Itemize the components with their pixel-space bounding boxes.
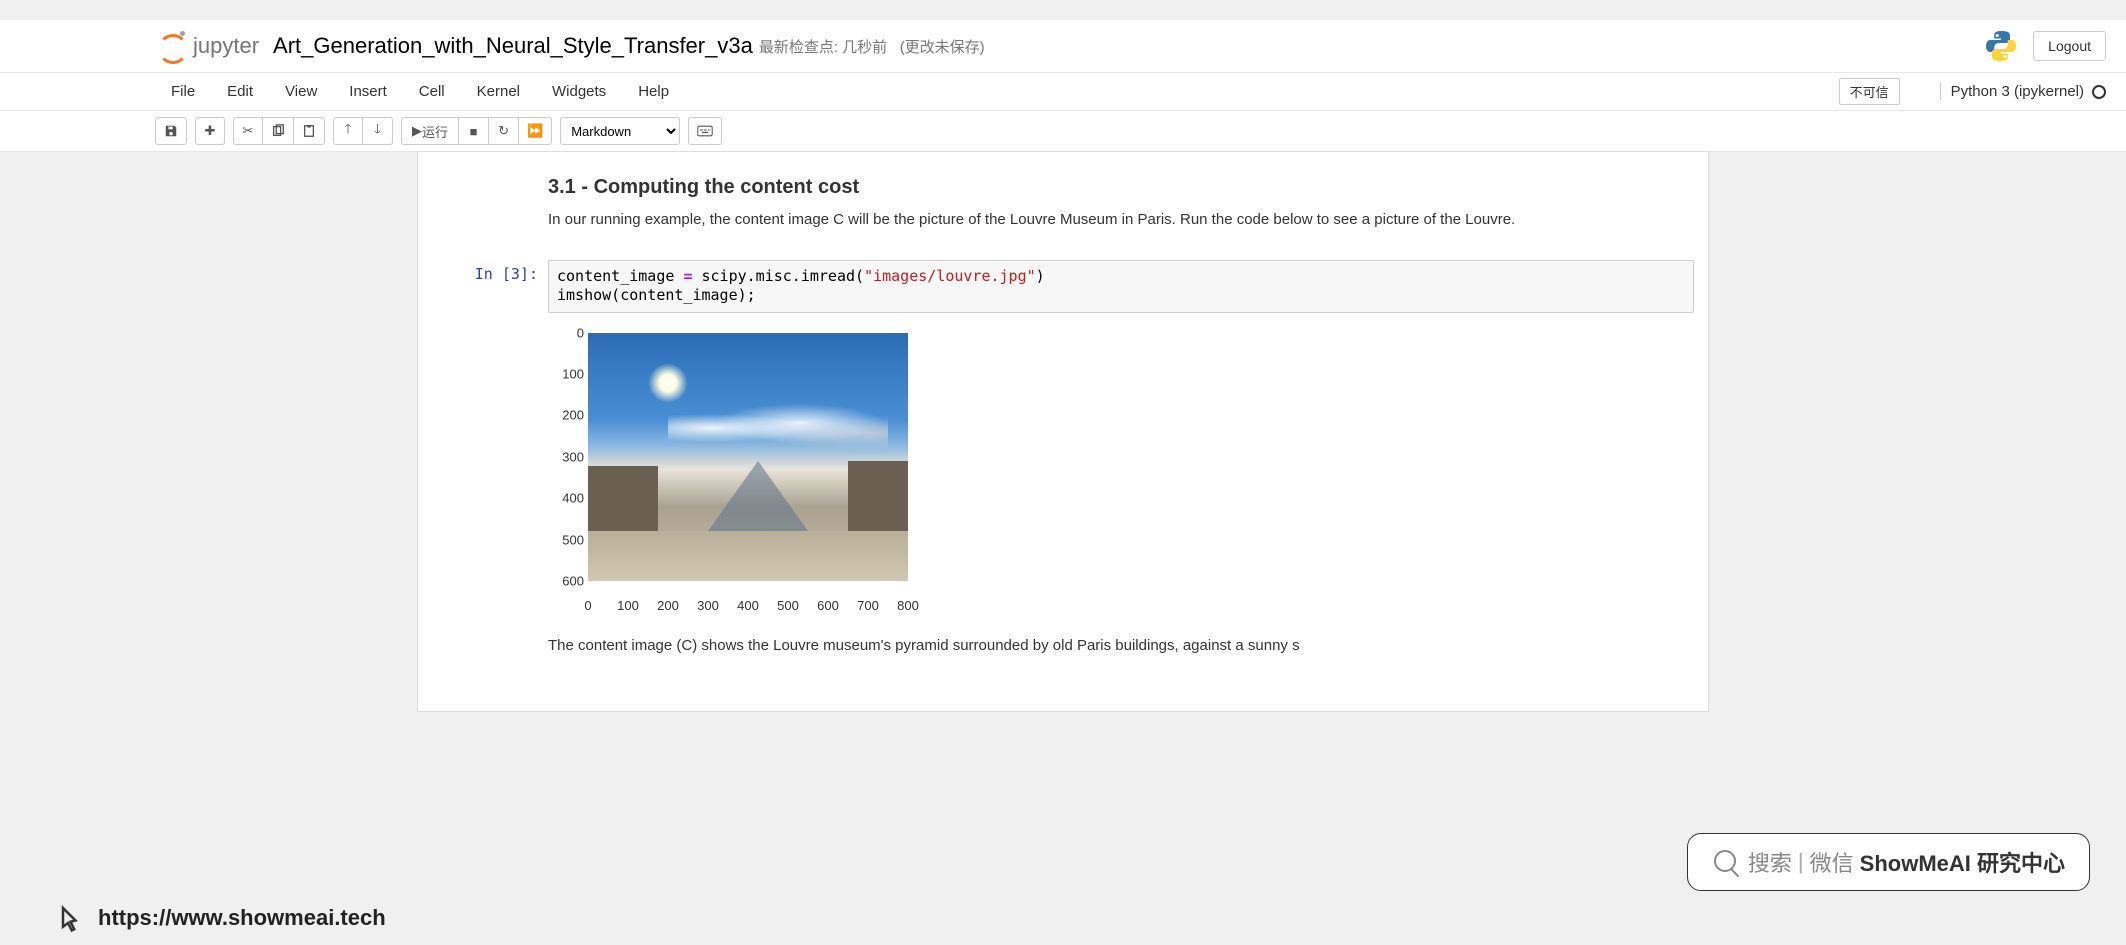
notebook-title[interactable]: Art_Generation_with_Neural_Style_Transfe… bbox=[273, 33, 753, 59]
y-tick: 400 bbox=[548, 490, 584, 505]
copy-button[interactable] bbox=[263, 117, 294, 145]
menu-help[interactable]: Help bbox=[622, 73, 685, 110]
code-cell[interactable]: In [3]: content_image = scipy.misc.imrea… bbox=[432, 260, 1694, 313]
move-up-button[interactable]: 🡑 bbox=[333, 117, 363, 145]
menubar: File Edit View Insert Cell Kernel Widget… bbox=[0, 73, 2126, 111]
notebook-container: 3.1 - Computing the content cost In our … bbox=[418, 152, 1708, 711]
y-tick: 500 bbox=[548, 532, 584, 547]
add-cell-button[interactable]: ✚ bbox=[195, 117, 225, 145]
y-tick: 300 bbox=[548, 449, 584, 464]
watermark-brand: ShowMeAI 研究中心 bbox=[1860, 846, 2065, 878]
watermark-search-label: 搜索 bbox=[1748, 846, 1792, 878]
code-input[interactable]: content_image = scipy.misc.imread("image… bbox=[548, 260, 1694, 313]
watermark-wechat-label: 微信 bbox=[1810, 846, 1854, 878]
x-tick: 0 bbox=[584, 598, 591, 613]
toolbar: ✚ ✂ 🡑 🡓 ▶ 运行 ■ ↻ ⏩ Markdown bbox=[0, 111, 2126, 152]
python-icon bbox=[1983, 28, 2019, 64]
menu-insert[interactable]: Insert bbox=[333, 73, 403, 110]
x-tick: 300 bbox=[697, 598, 719, 613]
jupyter-logo[interactable]: jupyter bbox=[155, 31, 259, 61]
cut-button[interactable]: ✂ bbox=[233, 117, 263, 145]
markdown-cell[interactable]: 3.1 - Computing the content cost In our … bbox=[418, 162, 1708, 246]
x-tick: 400 bbox=[737, 598, 759, 613]
run-button[interactable]: ▶ 运行 bbox=[401, 117, 459, 145]
command-palette-button[interactable] bbox=[688, 117, 722, 145]
x-tick: 100 bbox=[617, 598, 639, 613]
y-tick: 100 bbox=[548, 366, 584, 381]
watermark-badge: 搜索 | 微信 ShowMeAI 研究中心 bbox=[1687, 833, 2090, 891]
y-tick: 600 bbox=[548, 573, 584, 588]
x-tick: 500 bbox=[777, 598, 799, 613]
menu-edit[interactable]: Edit bbox=[211, 73, 269, 110]
paste-button[interactable] bbox=[294, 117, 325, 145]
paragraph: The content image (C) shows the Louvre m… bbox=[548, 635, 1694, 658]
menu-kernel[interactable]: Kernel bbox=[461, 73, 536, 110]
x-tick: 600 bbox=[817, 598, 839, 613]
x-tick: 800 bbox=[897, 598, 919, 613]
footer-url-text: https://www.showmeai.tech bbox=[98, 905, 386, 931]
trust-badge[interactable]: 不可信 bbox=[1839, 78, 1900, 105]
logo-text: jupyter bbox=[193, 33, 259, 59]
jupyter-icon bbox=[155, 31, 185, 61]
menu-file[interactable]: File bbox=[155, 73, 211, 110]
y-tick: 200 bbox=[548, 407, 584, 422]
matplotlib-plot: 0 100 200 300 400 500 600 0 100 200 300 … bbox=[548, 327, 918, 607]
search-icon bbox=[1712, 848, 1740, 876]
markdown-cell[interactable]: The content image (C) shows the Louvre m… bbox=[418, 621, 1708, 672]
x-tick: 700 bbox=[857, 598, 879, 613]
menu-view[interactable]: View bbox=[269, 73, 333, 110]
stop-button[interactable]: ■ bbox=[459, 117, 489, 145]
menu-cell[interactable]: Cell bbox=[403, 73, 461, 110]
cell-type-select[interactable]: Markdown bbox=[560, 117, 680, 145]
save-button[interactable] bbox=[155, 117, 187, 145]
restart-button[interactable]: ↻ bbox=[489, 117, 519, 145]
input-prompt: In [3]: bbox=[432, 260, 548, 313]
paragraph: In our running example, the content imag… bbox=[548, 209, 1694, 232]
header-bar: jupyter Art_Generation_with_Neural_Style… bbox=[0, 20, 2126, 73]
menu-widgets[interactable]: Widgets bbox=[536, 73, 622, 110]
section-heading: 3.1 - Computing the content cost bbox=[548, 176, 1694, 199]
checkpoint-status: 最新检查点: 几秒前 (更改未保存) bbox=[759, 36, 985, 57]
fast-forward-button[interactable]: ⏩ bbox=[519, 117, 552, 145]
logout-button[interactable]: Logout bbox=[2033, 31, 2106, 61]
cursor-icon bbox=[58, 903, 88, 933]
y-tick: 0 bbox=[548, 325, 584, 340]
kernel-status-icon bbox=[2092, 85, 2106, 99]
plot-image bbox=[588, 333, 908, 581]
kernel-name[interactable]: Python 3 (ipykernel) bbox=[1940, 83, 2106, 100]
x-tick: 200 bbox=[657, 598, 679, 613]
move-down-button[interactable]: 🡓 bbox=[363, 117, 393, 145]
output-cell: 0 100 200 300 400 500 600 0 100 200 300 … bbox=[432, 327, 1694, 607]
footer-url: https://www.showmeai.tech bbox=[58, 903, 386, 933]
